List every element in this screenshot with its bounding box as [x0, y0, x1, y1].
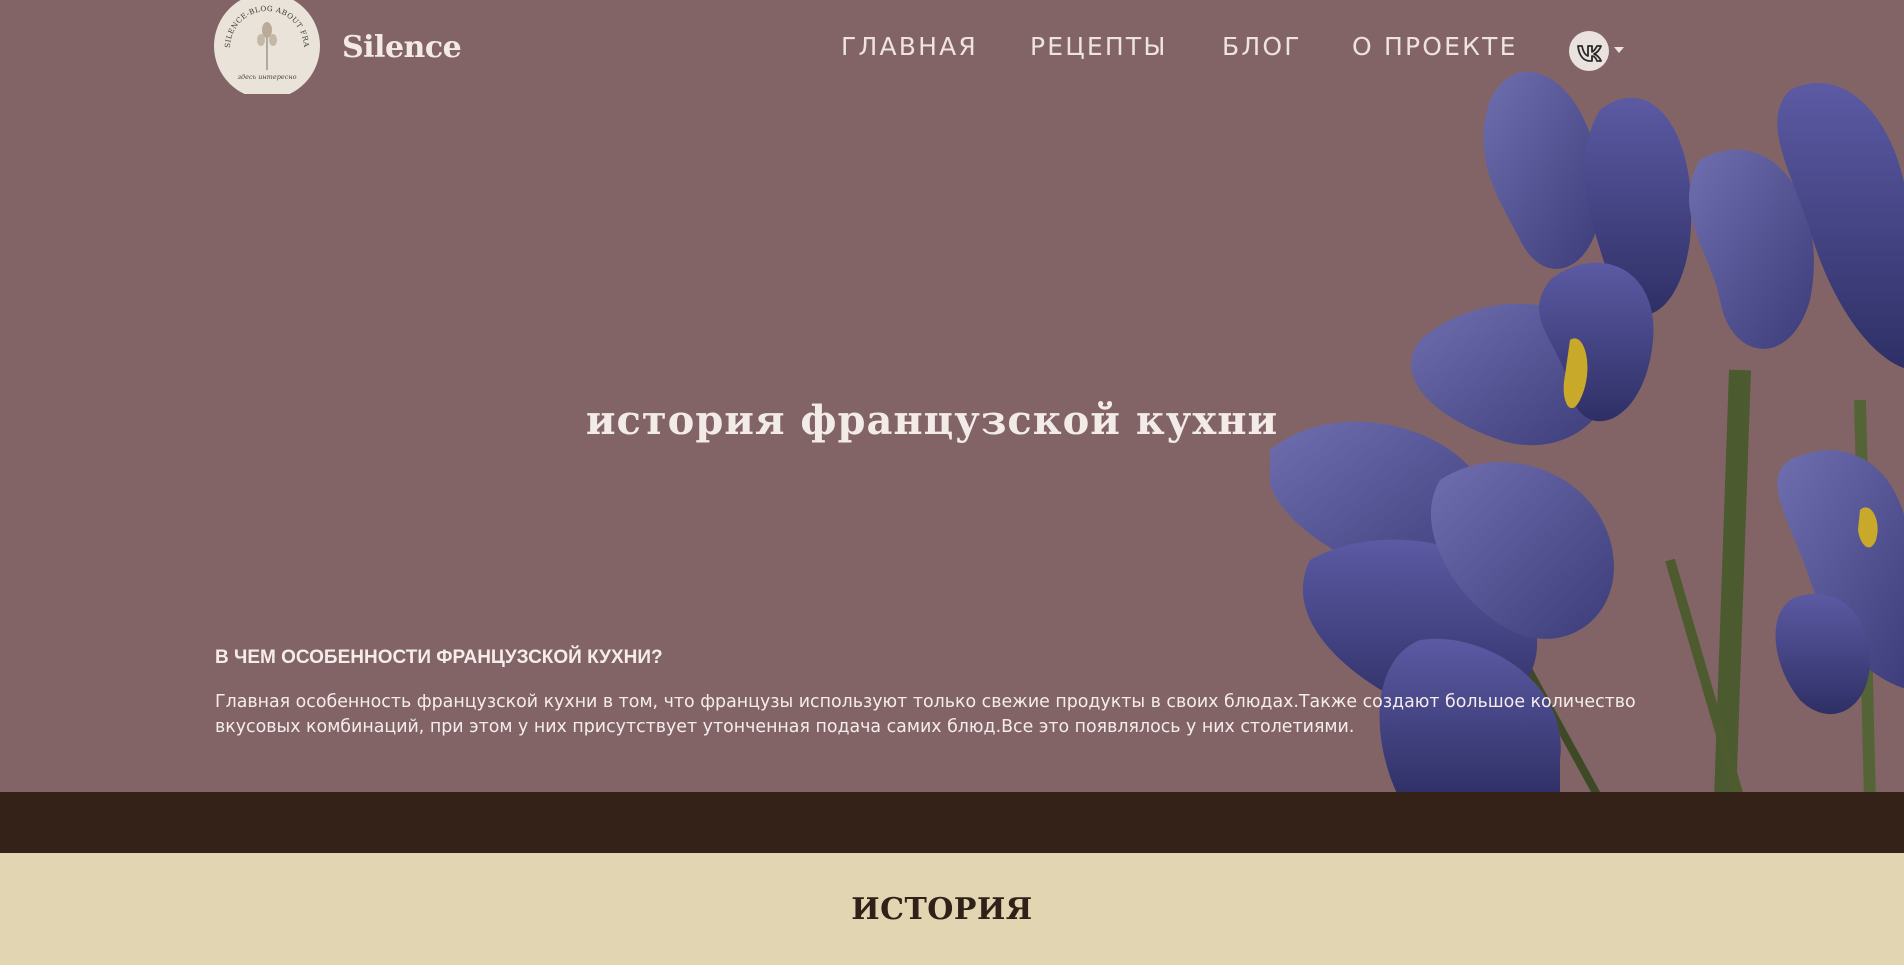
- nav-item-recipes[interactable]: РЕЦЕПТЫ: [1030, 32, 1168, 61]
- nav-item-blog[interactable]: БЛОГ: [1222, 32, 1302, 61]
- feature-text: Главная особенность французской кухни в …: [215, 692, 1636, 737]
- hero-title: история французской кухни: [585, 397, 1279, 444]
- nav-item-about[interactable]: О ПРОЕКТЕ: [1352, 32, 1518, 61]
- logo-badge[interactable]: SILENCE-BLOG ABOUT FRANCE здесь интересн…: [214, 0, 321, 94]
- caret-down-icon[interactable]: [1614, 47, 1624, 53]
- history-section: ИСТОРИЯ: [0, 853, 1904, 965]
- hero-section: SILENCE-BLOG ABOUT FRANCE здесь интересн…: [0, 0, 1904, 792]
- divider-band: [0, 792, 1904, 853]
- history-title: ИСТОРИЯ: [851, 892, 1033, 927]
- feature-heading: В ЧЕМ ОСОБЕННОСТИ ФРАНЦУЗСКОЙ КУХНИ?: [215, 647, 663, 668]
- logo-tagline: здесь интересно: [237, 73, 296, 81]
- brand-name[interactable]: Silence: [342, 30, 462, 65]
- nav-item-main[interactable]: ГЛАВНАЯ: [841, 32, 978, 61]
- vk-icon[interactable]: [1569, 31, 1609, 71]
